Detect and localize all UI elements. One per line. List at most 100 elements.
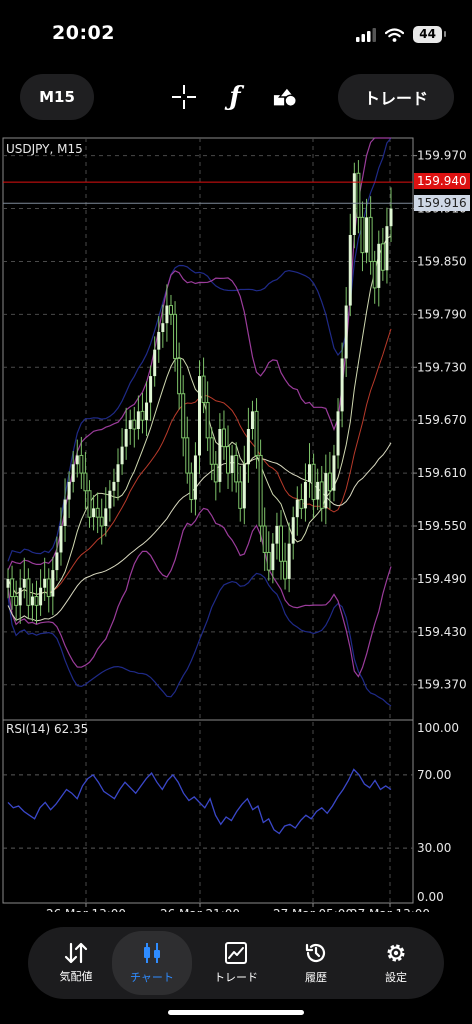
ask-price-tag: 159.940 bbox=[414, 173, 470, 189]
tab-history-label: 履歴 bbox=[305, 971, 327, 984]
tab-quotes[interactable]: 気配値 bbox=[36, 927, 116, 999]
candle-body bbox=[198, 376, 201, 456]
trade-button[interactable]: トレード bbox=[338, 74, 454, 120]
price-tick-label: 159.490 bbox=[417, 572, 467, 586]
candle-body bbox=[181, 393, 186, 439]
candle-body bbox=[336, 411, 340, 456]
candle-body bbox=[43, 578, 47, 588]
candle-body bbox=[213, 463, 218, 483]
candle-body bbox=[319, 481, 324, 509]
candle-body bbox=[372, 260, 377, 289]
candle-body bbox=[311, 463, 316, 501]
home-indicator bbox=[168, 1010, 304, 1015]
candle-body bbox=[71, 464, 75, 482]
candle-body bbox=[26, 578, 31, 606]
candle-body bbox=[34, 596, 39, 606]
candle-body bbox=[238, 481, 243, 509]
candle-body bbox=[283, 560, 288, 580]
candle-body bbox=[299, 499, 304, 509]
tab-chart-label: チャート bbox=[130, 971, 174, 984]
candle-body bbox=[189, 472, 194, 501]
candle-body bbox=[92, 508, 96, 518]
rsi-tick-label: 0.00 bbox=[417, 890, 444, 904]
candle-body bbox=[316, 481, 320, 500]
candle-body bbox=[332, 455, 336, 491]
timeframe-button[interactable]: M15 bbox=[20, 74, 94, 120]
candle-body bbox=[275, 526, 279, 544]
candle-body bbox=[112, 481, 116, 491]
candle-body bbox=[46, 578, 51, 598]
rsi-tick-label: 100.00 bbox=[417, 721, 459, 735]
price-tick-label: 159.730 bbox=[417, 360, 467, 374]
rsi-tick-label: 70.00 bbox=[417, 768, 451, 782]
status-time: 20:02 bbox=[52, 22, 115, 44]
candle-body bbox=[262, 525, 267, 553]
price-tick-label: 159.610 bbox=[417, 466, 467, 480]
objects-icon[interactable] bbox=[273, 84, 299, 110]
candle-body bbox=[266, 551, 271, 571]
candle-body bbox=[209, 437, 214, 465]
candle-body bbox=[124, 429, 128, 447]
candle-body bbox=[153, 349, 157, 377]
history-icon bbox=[305, 943, 326, 963]
candle-body bbox=[132, 419, 137, 430]
tab-trade[interactable]: トレード bbox=[196, 927, 276, 999]
price-tick-label: 159.850 bbox=[417, 254, 467, 268]
candle-body bbox=[303, 481, 307, 509]
candle-body bbox=[173, 313, 178, 359]
candle-body bbox=[161, 323, 165, 332]
candle-body bbox=[14, 596, 19, 606]
chart-tab-icon bbox=[144, 943, 160, 963]
crosshair-icon[interactable] bbox=[171, 84, 197, 110]
candle-body bbox=[287, 543, 291, 579]
time-tick-label: 26 Mar 21:00 bbox=[160, 907, 240, 912]
candle-body bbox=[108, 490, 112, 509]
wifi-icon bbox=[385, 27, 405, 42]
tab-history[interactable]: 履歴 bbox=[276, 927, 356, 999]
candle-body bbox=[79, 454, 84, 474]
candle-body bbox=[377, 243, 381, 288]
candle-body bbox=[218, 429, 222, 482]
candle-body bbox=[258, 454, 263, 527]
price-tick-label: 159.430 bbox=[417, 625, 467, 639]
candle-body bbox=[365, 217, 369, 253]
tab-chart[interactable]: チャート bbox=[112, 931, 192, 995]
candle-body bbox=[149, 376, 153, 403]
indicators-icon[interactable]: ƒ bbox=[222, 82, 248, 112]
candle-body bbox=[6, 578, 10, 588]
candle-body bbox=[234, 454, 239, 483]
candle-body bbox=[95, 507, 100, 518]
bid-price-tag: 159.916 bbox=[414, 195, 470, 211]
candle-body bbox=[380, 243, 385, 271]
candle-body bbox=[165, 305, 169, 324]
candle-body bbox=[145, 402, 149, 421]
candle-body bbox=[51, 570, 55, 597]
candle-body bbox=[87, 490, 92, 518]
tab-settings[interactable]: 設定 bbox=[356, 927, 436, 999]
candle-body bbox=[185, 437, 190, 474]
signal-icon bbox=[356, 27, 377, 42]
outer-band-lower bbox=[7, 572, 392, 707]
price-chart[interactable]: 159.970159.910159.850159.790159.730159.6… bbox=[0, 136, 472, 912]
rsi-title: RSI(14) 62.35 bbox=[6, 722, 89, 736]
candle-body bbox=[205, 402, 210, 439]
candle-body bbox=[30, 596, 34, 606]
time-tick-label: 27 Mar 13:00 bbox=[350, 907, 430, 912]
candle-body bbox=[291, 517, 295, 544]
time-tick-label: 27 Mar 05:00 bbox=[273, 907, 353, 912]
candle-body bbox=[83, 472, 88, 492]
candle-body bbox=[22, 578, 26, 588]
tab-settings-label: 設定 bbox=[385, 971, 407, 984]
status-icons: 44 bbox=[356, 26, 446, 43]
price-tick-label: 159.790 bbox=[417, 307, 467, 321]
candle-body bbox=[348, 235, 352, 306]
candle-body bbox=[63, 499, 67, 526]
rsi-tick-label: 30.00 bbox=[417, 841, 451, 855]
candle-body bbox=[193, 455, 197, 500]
candle-body bbox=[308, 464, 312, 482]
candle-body bbox=[221, 428, 226, 448]
candle-body bbox=[271, 543, 275, 571]
candle-body bbox=[344, 305, 348, 359]
chart-canvas[interactable]: 159.970159.910159.850159.790159.730159.6… bbox=[0, 136, 472, 912]
candle-body bbox=[327, 472, 332, 492]
